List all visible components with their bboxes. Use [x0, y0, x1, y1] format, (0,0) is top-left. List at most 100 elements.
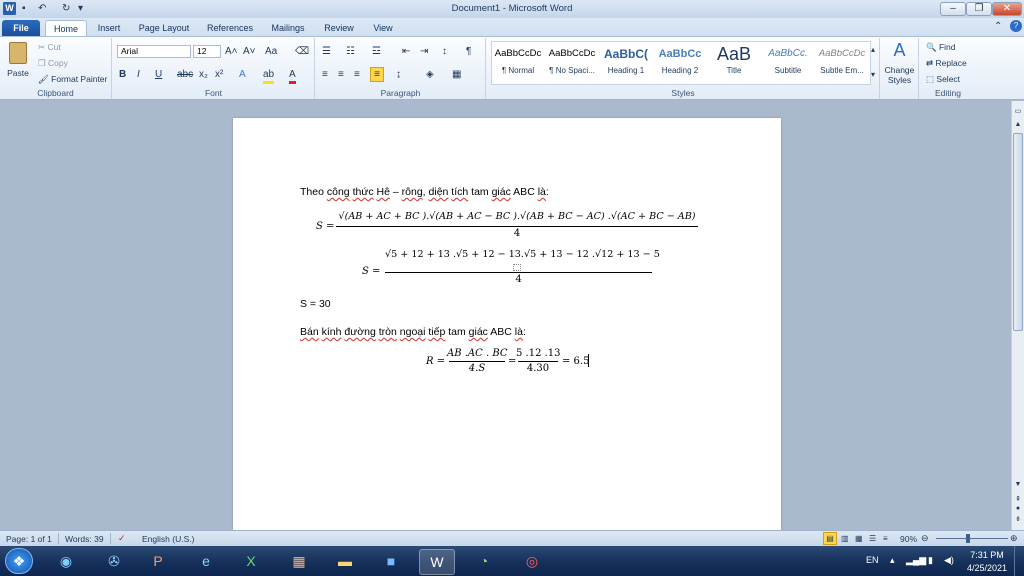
minimize-button[interactable]: – [940, 2, 966, 16]
find-button[interactable]: 🔍 Find [926, 42, 956, 53]
clock-time[interactable]: 7:31 PM [962, 550, 1012, 560]
grow-font-icon[interactable]: A˄ [225, 45, 238, 58]
copy-button[interactable]: ❐ Copy [38, 58, 68, 69]
replace-button[interactable]: ⇄ Replace [926, 58, 967, 69]
decrease-indent-icon[interactable]: ⇤ [402, 45, 410, 58]
subscript-icon[interactable]: x₂ [199, 68, 208, 81]
align-left-icon[interactable]: ≡ [322, 68, 328, 81]
align-right-icon[interactable]: ≡ [354, 68, 360, 81]
tab-insert[interactable]: Insert [92, 20, 126, 36]
styles-scroll-up-icon[interactable]: ▴ [871, 43, 875, 56]
line-spacing-icon[interactable]: ↨ [396, 68, 401, 81]
scrollbar-thumb[interactable] [1013, 133, 1023, 331]
tab-view[interactable]: View [368, 20, 398, 36]
word-count[interactable]: Words: 39 [65, 534, 104, 544]
bullets-icon[interactable]: ☰ [322, 45, 331, 58]
collapse-ribbon-icon[interactable]: ⌃ [994, 20, 1002, 33]
help-icon[interactable]: ? [1010, 20, 1022, 32]
network-icon[interactable]: ▂▄▆ [906, 555, 926, 566]
change-styles-button[interactable]: A Change Styles [881, 38, 919, 99]
paragraph-circumradius-intro[interactable]: Bán kính đường tròn ngoại tiếp tam giác … [300, 326, 526, 338]
print-layout-icon[interactable]: ▤ [823, 532, 837, 545]
style-normal[interactable]: AaBbCcDc ¶ Normal [491, 42, 545, 82]
proofing-icon[interactable]: ✓ [118, 532, 126, 545]
styles-more-icon[interactable]: ▾ [871, 68, 875, 81]
scroll-up-icon[interactable]: ▲ [1013, 121, 1023, 131]
word-taskbar-icon[interactable]: W [419, 549, 455, 575]
numbering-icon[interactable]: ☷ [346, 45, 355, 58]
clear-formatting-icon[interactable]: ⌫ [295, 45, 309, 58]
powerpoint-icon[interactable]: P [140, 549, 176, 575]
close-button[interactable]: ✕ [992, 2, 1022, 16]
borders-icon[interactable]: ▦ [452, 68, 461, 81]
taskbar-app-2-icon[interactable]: ✇ [96, 549, 132, 575]
format-painter-button[interactable]: 🖌 Format Painter [38, 74, 107, 85]
internet-explorer-icon[interactable]: e [188, 549, 224, 575]
font-size-select[interactable]: 12 [193, 45, 221, 58]
text-effects-icon[interactable]: A [239, 68, 246, 81]
zoom-in-icon[interactable]: ⊕ [1010, 532, 1018, 545]
previous-page-icon[interactable]: ⇞ [1013, 495, 1023, 505]
draft-icon[interactable]: ≡ [883, 532, 888, 545]
start-button[interactable]: ❖ [5, 548, 33, 574]
language-indicator[interactable]: English (U.S.) [142, 534, 194, 544]
result-area[interactable]: S = 30 [300, 298, 331, 310]
zoom-out-icon[interactable]: ⊖ [921, 532, 929, 545]
page-count[interactable]: Page: 1 of 1 [6, 534, 52, 544]
web-layout-icon[interactable]: ▦ [855, 532, 863, 545]
increase-indent-icon[interactable]: ⇥ [420, 45, 428, 58]
file-explorer-icon[interactable]: ▬ [327, 549, 363, 575]
chrome-icon[interactable]: ◎ [514, 549, 550, 575]
taskbar-app-4-icon[interactable]: ◔ [466, 549, 502, 575]
underline-icon[interactable]: U [155, 68, 162, 81]
change-case-icon[interactable]: Aa [265, 45, 277, 58]
style-no-spacing[interactable]: AaBbCcDc ¶ No Spaci... [545, 42, 599, 82]
style-heading-1[interactable]: AaBbC(Heading 1 [599, 42, 653, 82]
tab-file[interactable]: File [2, 20, 40, 36]
font-name-select[interactable]: Arial [117, 45, 191, 58]
paste-button[interactable]: Paste [6, 42, 30, 86]
shading-icon[interactable]: ◈ [426, 68, 434, 81]
cut-button[interactable]: ✂ Cut [38, 42, 61, 53]
tab-page-layout[interactable]: Page Layout [136, 20, 192, 36]
select-button[interactable]: ⬚ Select [926, 74, 960, 85]
multilevel-list-icon[interactable]: ☲ [372, 45, 381, 58]
style-heading-2[interactable]: AaBbCc Heading 2 [653, 42, 707, 82]
language-bar[interactable]: EN [866, 555, 879, 565]
style-subtle-emphasis[interactable]: AaBbCcDc Subtle Em... [815, 42, 869, 82]
tab-references[interactable]: References [203, 20, 257, 36]
restore-button[interactable]: ❐ [966, 2, 992, 16]
italic-icon[interactable]: I [137, 68, 140, 81]
full-screen-reading-icon[interactable]: ▥ [841, 532, 849, 545]
style-subtitle[interactable]: AaBbCc. Subtitle [761, 42, 815, 82]
next-page-icon[interactable]: ⇟ [1013, 515, 1023, 525]
style-title[interactable]: AaB Title [707, 42, 761, 82]
vertical-scrollbar[interactable]: ▭ ▲ ▼ ⇞ ● ⇟ [1011, 101, 1024, 530]
tab-home[interactable]: Home [45, 20, 87, 36]
zoom-app-icon[interactable]: ■ [373, 549, 409, 575]
highlight-icon[interactable]: ab [263, 68, 275, 84]
tab-review[interactable]: Review [321, 20, 357, 36]
excel-icon[interactable]: X [233, 549, 269, 575]
show-hidden-icons[interactable]: ▴ [890, 555, 895, 566]
battery-icon[interactable]: ▮ [928, 555, 933, 566]
justify-icon[interactable]: ≡ [370, 67, 384, 82]
paragraph-heron-intro[interactable]: Theo công thức Hê – rông, diện tích tam … [300, 186, 549, 198]
show-desktop-button[interactable] [1014, 546, 1024, 576]
zoom-slider-thumb[interactable] [966, 534, 970, 543]
font-color-icon[interactable]: A [289, 68, 296, 84]
sort-icon[interactable]: ↕ [442, 45, 447, 58]
outline-icon[interactable]: ☰ [869, 532, 876, 545]
taskbar-app-1-icon[interactable]: ◉ [48, 549, 84, 575]
zoom-slider-track[interactable] [936, 538, 1008, 539]
align-center-icon[interactable]: ≡ [338, 68, 344, 81]
volume-icon[interactable]: ◀) [944, 555, 954, 566]
scroll-down-icon[interactable]: ▼ [1013, 481, 1023, 491]
document-page[interactable]: Theo công thức Hê – rông, diện tích tam … [233, 118, 781, 530]
shrink-font-icon[interactable]: A˅ [243, 45, 256, 58]
taskbar-app-3-icon[interactable]: ▦ [281, 549, 317, 575]
zoom-level[interactable]: 90% [900, 534, 917, 544]
strikethrough-icon[interactable]: abc [177, 68, 193, 81]
show-formatting-icon[interactable]: ¶ [466, 45, 471, 58]
ruler-toggle-icon[interactable]: ▭ [1013, 107, 1023, 119]
